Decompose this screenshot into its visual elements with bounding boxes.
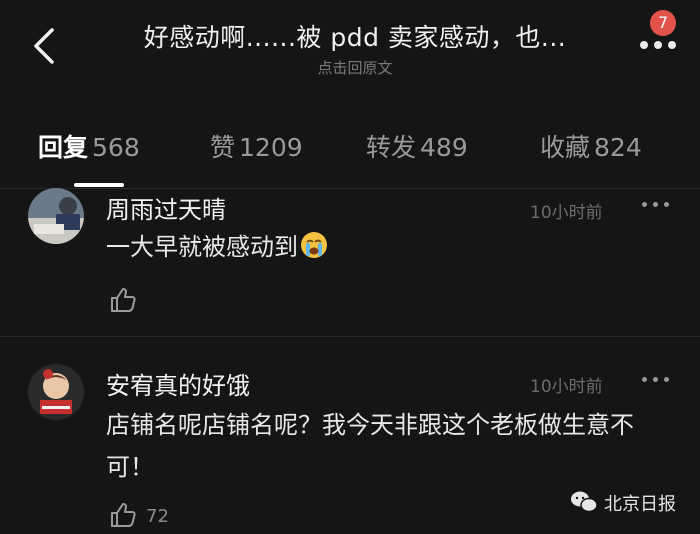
comment-text: 一大早就被感动到 bbox=[106, 226, 666, 268]
comment-username[interactable]: 安宥真的好饿 bbox=[106, 366, 250, 401]
like-count: 72 bbox=[146, 506, 169, 527]
divider bbox=[0, 336, 700, 337]
post-title[interactable]: 好感动啊......被 pdd 卖家感动，也... bbox=[120, 18, 590, 54]
comment-more-icon[interactable] bbox=[642, 202, 672, 210]
active-tab-indicator bbox=[74, 183, 124, 187]
crying-face-icon bbox=[300, 230, 328, 258]
wechat-icon bbox=[570, 490, 598, 514]
avatar[interactable] bbox=[28, 188, 84, 244]
tab-likes[interactable]: 赞 1209 bbox=[210, 128, 303, 164]
tab-favorites[interactable]: 收藏 824 bbox=[540, 128, 642, 164]
comment-time: 10小时前 bbox=[530, 377, 603, 397]
comment-page: 好感动啊......被 pdd 卖家感动，也... 点击回原文 7 回复 568 … bbox=[0, 0, 700, 534]
tab-replies-count: 568 bbox=[92, 133, 140, 162]
like-icon[interactable] bbox=[108, 500, 138, 530]
tab-reposts[interactable]: 转发 489 bbox=[366, 128, 468, 164]
comment-text: 店铺名呢店铺名呢？我今天非跟这个老板做生意不可！ bbox=[106, 411, 634, 481]
tab-replies[interactable]: 回复 568 bbox=[38, 128, 140, 164]
watermark: 北京日报 bbox=[570, 490, 676, 516]
tab-replies-label: 回复 bbox=[38, 133, 89, 162]
tab-likes-count: 1209 bbox=[239, 133, 303, 162]
tab-reposts-count: 489 bbox=[420, 133, 468, 162]
tab-favorites-count: 824 bbox=[594, 133, 642, 162]
tab-reposts-label: 转发 bbox=[366, 133, 417, 162]
tab-favorites-label: 收藏 bbox=[540, 133, 591, 162]
divider bbox=[0, 188, 700, 189]
more-dots-icon[interactable] bbox=[638, 36, 678, 56]
like-icon[interactable] bbox=[108, 285, 138, 315]
avatar[interactable] bbox=[28, 364, 84, 420]
back-to-original-link[interactable]: 点击回原文 bbox=[120, 57, 590, 78]
tab-likes-label: 赞 bbox=[210, 133, 236, 162]
tab-bar: 回复 568 赞 1209 转发 489 收藏 824 bbox=[0, 128, 700, 174]
comment-text-content: 一大早就被感动到 bbox=[106, 233, 298, 261]
notification-badge: 7 bbox=[650, 10, 676, 36]
back-arrow-icon[interactable] bbox=[26, 24, 66, 68]
watermark-text: 北京日报 bbox=[604, 494, 676, 515]
comment-username[interactable]: 周雨过天晴 bbox=[106, 190, 226, 225]
comment-more-icon[interactable] bbox=[642, 377, 672, 385]
comment-time: 10小时前 bbox=[530, 203, 603, 223]
